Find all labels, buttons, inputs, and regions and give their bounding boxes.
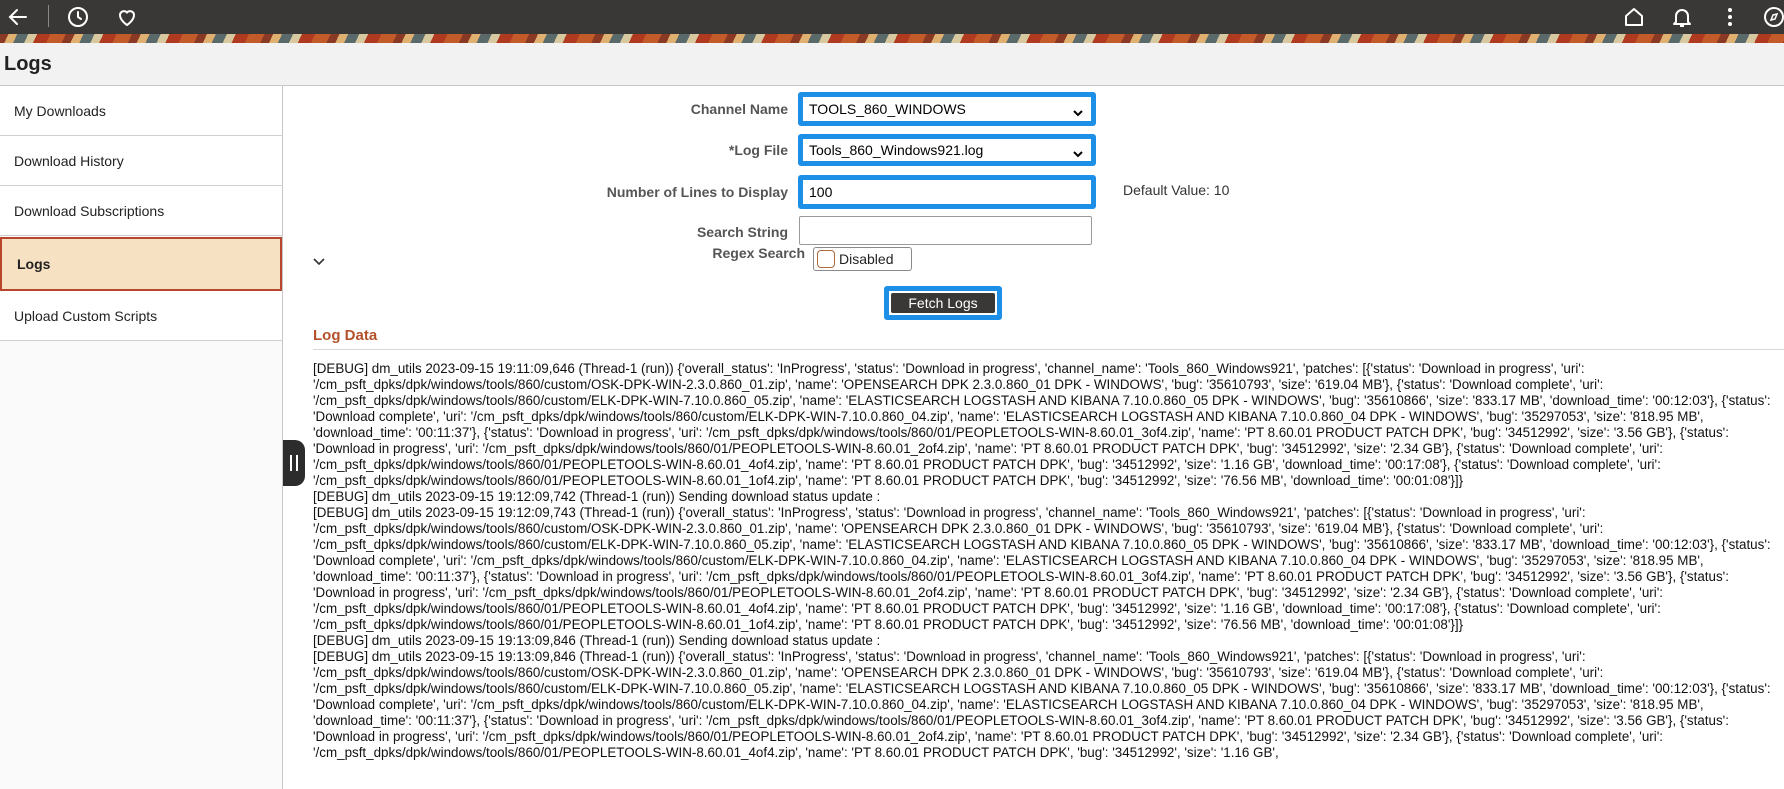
regex-search-toggle[interactable]: Disabled — [813, 247, 912, 271]
sidebar-item-my-downloads[interactable]: My Downloads — [0, 86, 282, 136]
sidebar-item-logs[interactable]: Logs — [0, 237, 282, 291]
sidebar-item-upload-custom-scripts[interactable]: Upload Custom Scripts — [0, 291, 282, 341]
log-line: [DEBUG] dm_utils 2023-09-15 19:13:09,846… — [313, 633, 881, 648]
sidebar-item-download-subscriptions[interactable]: Download Subscriptions — [0, 186, 282, 236]
lines-to-display-value: 100 — [809, 184, 833, 200]
log-line: [DEBUG] dm_utils 2023-09-15 19:12:09,743… — [313, 505, 1771, 632]
sidebar-item-label: Upload Custom Scripts — [14, 307, 158, 324]
log-file-value: Tools_860_Windows921.log — [809, 142, 984, 158]
channel-name-label: Channel Name — [690, 101, 788, 117]
channel-name-value: TOOLS_860_WINDOWS — [809, 101, 966, 117]
kebab-menu-icon[interactable] — [1716, 3, 1744, 31]
search-string-input[interactable] — [799, 216, 1092, 245]
history-icon[interactable] — [64, 3, 92, 31]
top-banner — [0, 0, 1784, 43]
bell-icon[interactable] — [1668, 3, 1696, 31]
sidebar-item-label: Download Subscriptions — [14, 202, 165, 219]
fetch-logs-label: Fetch Logs — [891, 293, 995, 313]
search-string-label: Search String — [696, 224, 788, 240]
compass-icon[interactable] — [1760, 3, 1784, 31]
log-output: [DEBUG] dm_utils 2023-09-15 19:11:09,646… — [313, 361, 1779, 789]
handle-bar — [290, 455, 292, 471]
back-arrow-icon[interactable] — [4, 3, 32, 31]
chevron-down-icon — [1073, 110, 1083, 117]
fetch-logs-button[interactable]: Fetch Logs — [884, 286, 1002, 320]
lines-to-display-label: Number of Lines to Display — [606, 184, 788, 200]
sidebar: My Downloads Download History Download S… — [0, 86, 283, 789]
regex-search-label: Regex Search — [712, 245, 805, 261]
page-title-bar: Logs — [0, 43, 1784, 86]
log-file-label: *Log File — [728, 142, 788, 158]
sidebar-item-label: Download History — [14, 152, 124, 169]
sidebar-item-download-history[interactable]: Download History — [0, 136, 282, 186]
log-line: [DEBUG] dm_utils 2023-09-15 19:12:09,742… — [313, 489, 881, 504]
sidebar-collapse-handle[interactable] — [283, 440, 305, 486]
log-line: [DEBUG] dm_utils 2023-09-15 19:13:09,846… — [313, 649, 1771, 760]
toolbar-divider — [48, 5, 49, 27]
log-file-select[interactable]: Tools_860_Windows921.log — [798, 134, 1096, 166]
log-line: [DEBUG] dm_utils 2023-09-15 19:11:09,646… — [313, 361, 1771, 488]
heart-icon[interactable] — [113, 3, 141, 31]
log-data-heading: Log Data — [313, 327, 378, 344]
channel-name-select[interactable]: TOOLS_860_WINDOWS — [798, 92, 1096, 126]
chevron-down-icon[interactable] — [312, 254, 326, 268]
regex-search-status: Disabled — [839, 251, 894, 267]
home-icon[interactable] — [1620, 3, 1648, 31]
default-value-hint: Default Value: 10 — [1123, 182, 1230, 198]
lines-to-display-input[interactable]: 100 — [798, 175, 1096, 209]
regex-search-checkbox[interactable] — [817, 250, 835, 268]
chevron-down-icon — [1073, 151, 1083, 158]
sidebar-item-label: Logs — [17, 256, 51, 272]
section-divider — [313, 349, 1784, 350]
handle-bar — [296, 455, 298, 471]
page-title: Logs — [4, 53, 52, 75]
sidebar-item-label: My Downloads — [14, 102, 106, 119]
